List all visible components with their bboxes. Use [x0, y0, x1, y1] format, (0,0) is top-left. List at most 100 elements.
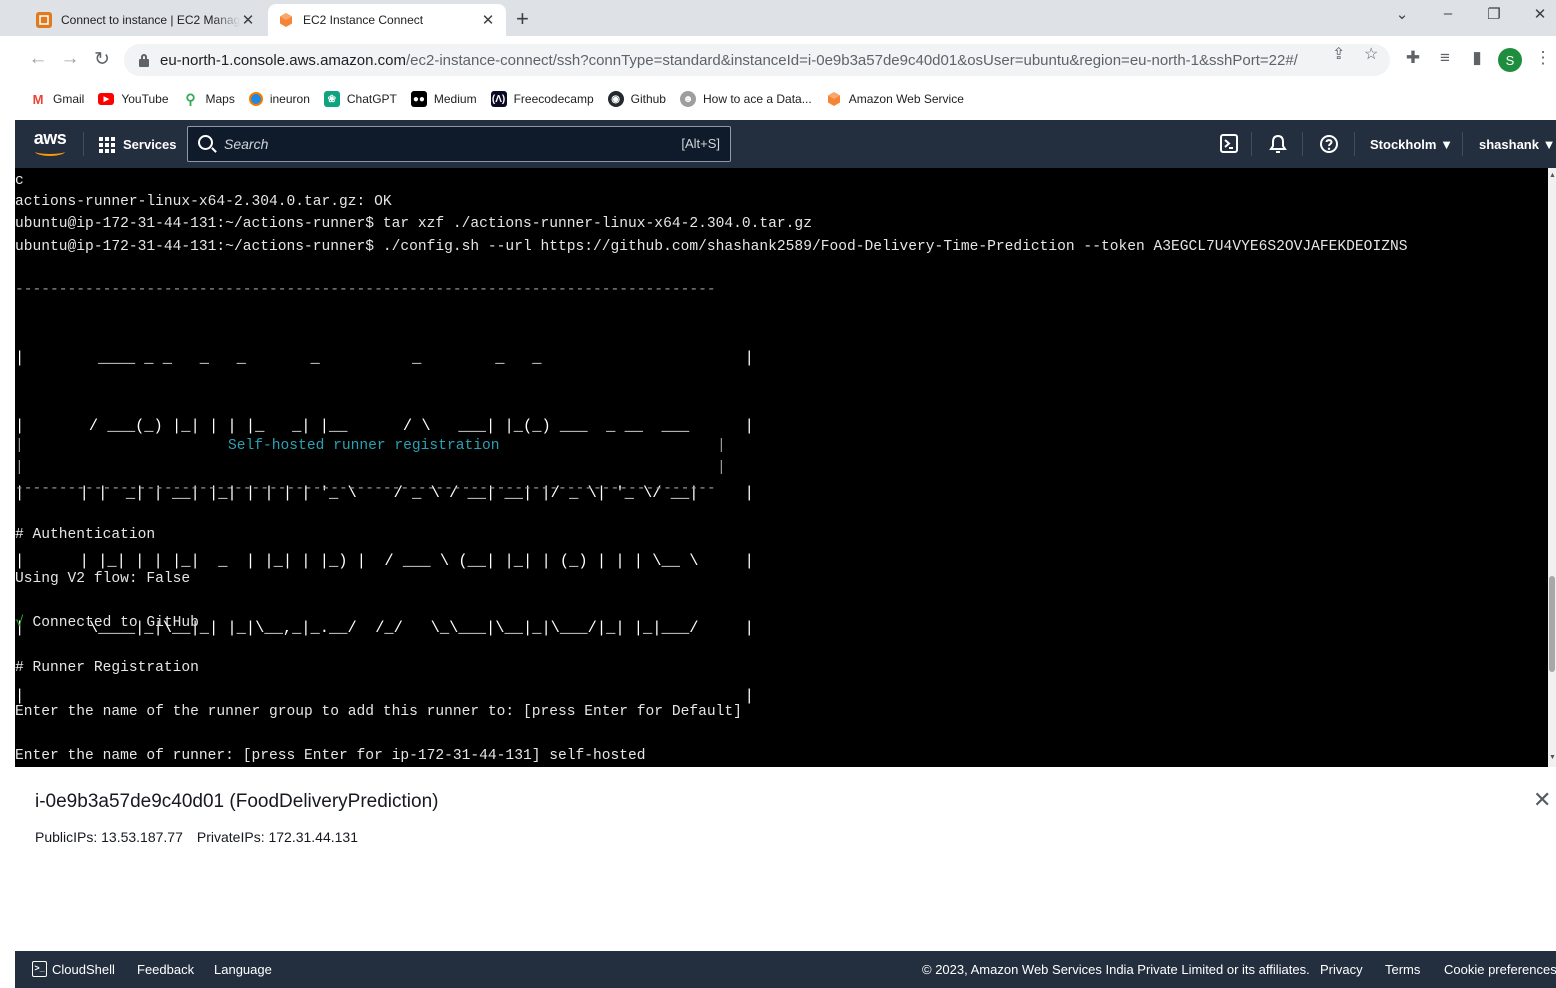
profile-avatar[interactable]: S: [1498, 48, 1522, 72]
youtube-icon: ▶: [98, 93, 115, 105]
freecodecamp-icon: (Λ): [490, 91, 507, 107]
reading-list-icon[interactable]: ≡: [1434, 48, 1456, 68]
banner-subtitle: Self-hosted runner registration: [228, 438, 500, 454]
terminal-line: actions-runner-linux-x64-2.304.0.tar.gz:…: [15, 194, 392, 210]
close-icon[interactable]: ✕: [240, 11, 256, 29]
aws-console-header: aws Services Search [Alt+S] Stockholm ▼ …: [15, 120, 1556, 168]
divider: [1462, 132, 1463, 156]
banner-bottom-rule: ----------------------------------------…: [15, 481, 716, 497]
gmail-icon: M: [32, 91, 44, 107]
divider: [1302, 132, 1303, 156]
page-gutter: [0, 114, 15, 988]
bookmark-how-to-ace[interactable]: ☻ How to ace a Data...: [679, 91, 812, 107]
tab-ec2-instance-connect[interactable]: EC2 Instance Connect ✕: [268, 4, 506, 36]
bookmark-star-icon[interactable]: ☆: [1364, 44, 1378, 64]
url-text: eu-north-1.console.aws.amazon.com/ec2-in…: [160, 51, 1298, 69]
tab-search-icon[interactable]: ⌄: [1390, 5, 1414, 23]
language-link[interactable]: Language: [214, 962, 272, 977]
v2-flow-line: Using V2 flow: False: [15, 571, 191, 587]
terminal-line: ubuntu@ip-172-31-44-131:~/actions-runner…: [15, 239, 1408, 255]
bookmark-chatgpt[interactable]: ❀ ChatGPT: [323, 91, 397, 107]
extensions-icon[interactable]: ✚: [1402, 48, 1424, 68]
new-tab-icon[interactable]: +: [516, 6, 529, 32]
search-input[interactable]: Search [Alt+S]: [187, 126, 731, 162]
bookmark-aws[interactable]: Amazon Web Service: [826, 91, 964, 107]
side-panel-icon[interactable]: ▮: [1466, 48, 1488, 68]
chatgpt-icon: ❀: [323, 91, 340, 107]
terminal-line: c: [15, 173, 24, 189]
copyright-text: © 2023, Amazon Web Services India Privat…: [922, 962, 1310, 977]
services-menu-label[interactable]: Services: [123, 137, 177, 152]
divider: [1251, 132, 1252, 156]
browser-toolbar: ← → ↻ eu-north-1.console.aws.amazon.com/…: [0, 36, 1556, 84]
account-menu[interactable]: shashank ▼: [1479, 137, 1555, 152]
restore-icon[interactable]: ❐: [1482, 5, 1506, 23]
bookmark-medium[interactable]: ●● Medium: [410, 91, 477, 107]
terminal-scrollbar[interactable]: [1548, 168, 1556, 767]
cloudshell-icon[interactable]: >_: [32, 961, 47, 977]
cloudshell-icon[interactable]: [1219, 133, 1239, 155]
banner-side: |: [717, 438, 726, 454]
menu-kebab-icon[interactable]: ⋮: [1532, 48, 1554, 68]
bookmark-ineuron[interactable]: ineuron: [248, 92, 310, 106]
search-icon: [198, 135, 213, 150]
tab-connect-to-instance[interactable]: Connect to instance | EC2 Management Con…: [26, 4, 266, 36]
banner-side: |: [15, 438, 24, 454]
maps-icon: ⚲: [185, 90, 196, 107]
aws-logo[interactable]: aws: [33, 129, 67, 157]
bookmark-maps[interactable]: ⚲ Maps: [183, 90, 234, 107]
tab-title: EC2 Instance Connect: [303, 13, 424, 27]
auth-heading: # Authentication: [15, 527, 156, 543]
terms-link[interactable]: Terms: [1385, 962, 1420, 977]
avatar-icon: ☻: [679, 91, 696, 107]
forward-icon[interactable]: →: [58, 48, 82, 70]
region-selector[interactable]: Stockholm ▼: [1370, 137, 1453, 152]
bookmark-freecodecamp[interactable]: (Λ) Freecodecamp: [490, 91, 594, 107]
aws-cube-icon: [826, 91, 842, 107]
privacy-link[interactable]: Privacy: [1320, 962, 1363, 977]
scroll-down-icon[interactable]: ▼: [1549, 754, 1556, 761]
aws-smile-icon: [35, 147, 65, 156]
divider: [83, 132, 84, 156]
private-ips: PrivateIPs: 172.31.44.131: [196, 829, 358, 845]
help-icon[interactable]: [1319, 133, 1339, 155]
aws-console-favicon-icon: [36, 12, 52, 28]
window-close-icon[interactable]: ✕: [1528, 5, 1552, 23]
instance-info-panel: i-0e9b3a57de9c40d01 (FoodDeliveryPredict…: [15, 767, 1556, 951]
github-icon: ◉: [607, 91, 624, 107]
lock-icon: [138, 53, 150, 67]
terminal-line: ubuntu@ip-172-31-44-131:~/actions-runner…: [15, 216, 812, 232]
connected-line: √ Connected to GitHub: [15, 615, 199, 631]
ssh-terminal[interactable]: c actions-runner-linux-x64-2.304.0.tar.g…: [15, 168, 1548, 767]
cookie-preferences-link[interactable]: Cookie preferences: [1444, 962, 1556, 977]
close-icon[interactable]: ✕: [480, 11, 496, 29]
bookmark-youtube[interactable]: ▶ YouTube: [98, 92, 169, 106]
notifications-bell-icon[interactable]: [1268, 133, 1288, 155]
back-icon[interactable]: ←: [26, 48, 50, 70]
scroll-up-icon[interactable]: ▲: [1549, 172, 1556, 179]
aws-console-footer: >_ CloudShell Feedback Language © 2023, …: [15, 951, 1556, 988]
instance-title: i-0e9b3a57de9c40d01 (FoodDeliveryPredict…: [35, 791, 439, 812]
check-mark-icon: √: [15, 615, 24, 631]
bookmarks-bar: M Gmail ▶ YouTube ⚲ Maps ineuron ❀ ChatGPT ●…: [0, 84, 1556, 114]
search-shortcut-hint: [Alt+S]: [681, 136, 720, 151]
medium-icon: ●●: [410, 91, 427, 107]
cloudshell-link[interactable]: CloudShell: [52, 962, 115, 977]
address-bar[interactable]: eu-north-1.console.aws.amazon.com/ec2-in…: [124, 44, 1390, 76]
reload-icon[interactable]: ↻: [90, 48, 114, 71]
banner-top-rule: ----------------------------------------…: [15, 282, 716, 298]
runner-heading: # Runner Registration: [15, 660, 199, 676]
divider: [1354, 132, 1355, 156]
minimize-icon[interactable]: –: [1436, 5, 1460, 22]
close-icon[interactable]: ✕: [1533, 787, 1551, 813]
bookmark-gmail[interactable]: M Gmail: [30, 91, 85, 107]
runner-group-prompt: Enter the name of the runner group to ad…: [15, 704, 742, 720]
ineuron-icon: [248, 92, 263, 106]
share-icon[interactable]: ⇪: [1332, 44, 1345, 64]
terminal-scrollbar-thumb[interactable]: [1549, 576, 1555, 672]
feedback-link[interactable]: Feedback: [137, 962, 194, 977]
services-grid-icon[interactable]: [99, 137, 115, 153]
bookmark-github[interactable]: ◉ Github: [607, 91, 666, 107]
banner-side: |: [15, 460, 24, 476]
public-ips: PublicIPs: 13.53.187.77: [35, 829, 183, 845]
